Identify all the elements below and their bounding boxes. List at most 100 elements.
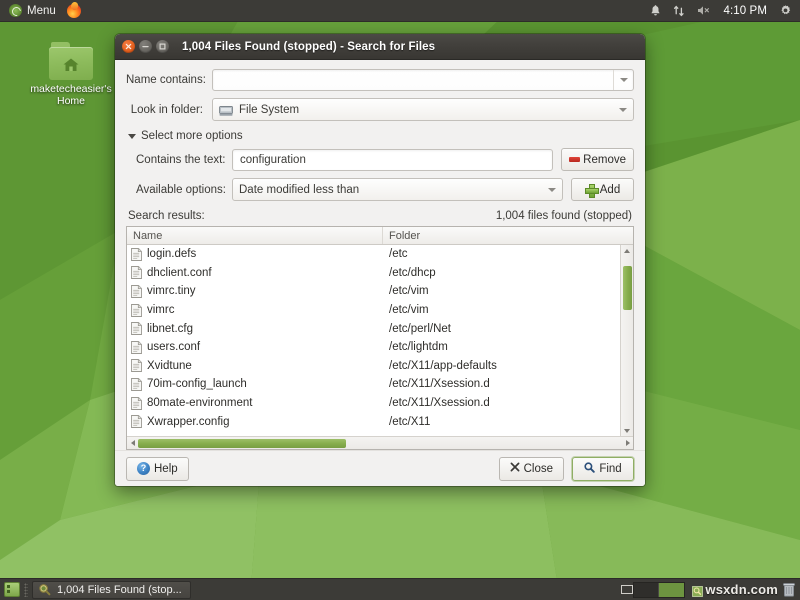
search-results-list: Name Folder login.defs/etcdhclient.conf/… (126, 226, 634, 450)
column-header-name[interactable]: Name (127, 227, 383, 244)
clock[interactable]: 4:10 PM (723, 5, 767, 17)
file-name: Xvidtune (147, 360, 192, 372)
scroll-down-arrow[interactable] (624, 425, 630, 436)
cell-folder: /etc (383, 248, 620, 260)
magnifier-icon (38, 583, 51, 596)
table-row[interactable]: 80mate-environment/etc/X11/Xsession.d (127, 394, 620, 413)
document-icon (131, 304, 142, 317)
document-icon (131, 415, 142, 428)
select-more-options-label: Select more options (141, 130, 243, 142)
document-icon (131, 359, 142, 372)
look-in-folder-label: Look in folder: (126, 104, 212, 116)
minimize-icon[interactable] (139, 40, 152, 53)
scroll-up-arrow[interactable] (624, 245, 630, 256)
document-icon (131, 378, 142, 391)
horizontal-scroll-thumb[interactable] (138, 439, 346, 448)
workspace-switcher-icon[interactable] (633, 582, 685, 598)
file-name: login.defs (147, 248, 196, 260)
plus-icon (585, 184, 597, 196)
cell-name: 80mate-environment (127, 397, 383, 410)
bell-icon[interactable] (650, 5, 661, 17)
horizontal-scrollbar[interactable] (127, 436, 633, 449)
contains-the-text-input[interactable]: configuration (232, 149, 553, 171)
file-name: users.conf (147, 341, 200, 353)
show-desktop-icon[interactable] (4, 582, 20, 597)
bottom-panel-right: wsxdn.com (618, 582, 800, 598)
taskbar-item-label: 1,004 Files Found (stop... (57, 584, 182, 596)
chevron-down-icon[interactable] (548, 188, 556, 192)
trash-icon[interactable] (782, 582, 796, 597)
contains-the-text-label: Contains the text: (136, 154, 232, 166)
available-options-select[interactable]: Date modified less than (232, 178, 563, 201)
horizontal-scroll-track[interactable] (138, 437, 622, 450)
find-button-label: Find (599, 463, 621, 475)
panel-grip[interactable] (24, 583, 28, 597)
find-button[interactable]: Find (572, 457, 634, 481)
window-titlebar[interactable]: 1,004 Files Found (stopped) - Search for… (115, 34, 645, 60)
scroll-left-arrow[interactable] (127, 440, 138, 446)
search-app-icon[interactable] (692, 584, 703, 595)
gear-icon[interactable] (779, 4, 792, 17)
help-circle-icon: ? (137, 462, 150, 475)
window-icon[interactable] (621, 585, 633, 594)
desktop-icon-home[interactable]: maketecheasier's Home (30, 42, 112, 107)
menu-button-label: Menu (27, 5, 56, 17)
table-row[interactable]: users.conf/etc/lightdm (127, 338, 620, 357)
table-row[interactable]: Xwrapper.config/etc/X11 (127, 412, 620, 431)
help-button[interactable]: ? Help (126, 457, 189, 481)
volume-muted-icon[interactable] (697, 5, 711, 16)
document-icon (131, 322, 142, 335)
remove-button[interactable]: Remove (561, 148, 634, 171)
close-button[interactable]: Close (499, 457, 564, 481)
table-row[interactable]: Xvidtune/etc/X11/app-defaults (127, 357, 620, 376)
menu-button[interactable]: Menu (4, 3, 61, 18)
firefox-icon[interactable] (67, 4, 81, 18)
vertical-scrollbar[interactable] (620, 245, 633, 436)
cell-folder: /etc/X11 (383, 416, 620, 428)
table-row[interactable]: 70im-config_launch/etc/X11/Xsession.d (127, 375, 620, 394)
help-button-label: Help (154, 463, 178, 475)
vertical-scroll-thumb[interactable] (623, 266, 632, 310)
chevron-down-icon[interactable] (613, 70, 633, 90)
scroll-right-arrow[interactable] (622, 440, 633, 446)
close-icon[interactable] (122, 40, 135, 53)
select-more-options-disclosure[interactable]: Select more options (128, 130, 634, 142)
x-icon (510, 462, 520, 475)
name-contains-input[interactable] (212, 69, 634, 91)
chevron-down-icon[interactable] (619, 108, 627, 112)
maximize-icon[interactable] (156, 40, 169, 53)
document-icon (131, 397, 142, 410)
table-row[interactable]: dhclient.conf/etc/dhcp (127, 264, 620, 283)
cell-name: vimrc (127, 304, 383, 317)
taskbar-item[interactable]: 1,004 Files Found (stop... (32, 581, 191, 599)
search-results-label: Search results: (128, 210, 205, 222)
table-row[interactable]: vimrc.tiny/etc/vim (127, 282, 620, 301)
bottom-panel: 1,004 Files Found (stop... wsxdn.com (0, 578, 800, 600)
window-title: 1,004 Files Found (stopped) - Search for… (182, 41, 435, 53)
cell-name: libnet.cfg (127, 322, 383, 335)
vertical-scroll-track[interactable] (621, 256, 634, 425)
available-options-row: Available options: Date modified less th… (126, 178, 634, 201)
available-options-value: Date modified less than (239, 184, 548, 196)
file-name: libnet.cfg (147, 323, 193, 335)
cell-name: dhclient.conf (127, 266, 383, 279)
cell-folder: /etc/X11/app-defaults (383, 360, 620, 372)
add-button[interactable]: Add (571, 178, 634, 201)
column-header-folder[interactable]: Folder (383, 227, 420, 244)
name-contains-label: Name contains: (126, 74, 212, 86)
table-row[interactable]: vimrc/etc/vim (127, 301, 620, 320)
table-row[interactable]: login.defs/etc (127, 245, 620, 264)
file-name: Xwrapper.config (147, 416, 229, 428)
cell-folder: /etc/vim (383, 304, 620, 316)
list-scroll-area: login.defs/etcdhclient.conf/etc/dhcpvimr… (127, 245, 633, 436)
file-name: 70im-config_launch (147, 378, 247, 390)
cell-name: vimrc.tiny (127, 285, 383, 298)
top-panel: Menu (0, 0, 800, 22)
table-row[interactable]: libnet.cfg/etc/perl/Net (127, 319, 620, 338)
network-updown-icon[interactable] (673, 5, 685, 17)
window-action-bar: ? Help Close Find (115, 450, 645, 486)
document-icon (131, 285, 142, 298)
look-in-folder-select[interactable]: File System (212, 98, 634, 121)
top-panel-left: Menu (0, 3, 81, 18)
file-name: vimrc (147, 304, 174, 316)
